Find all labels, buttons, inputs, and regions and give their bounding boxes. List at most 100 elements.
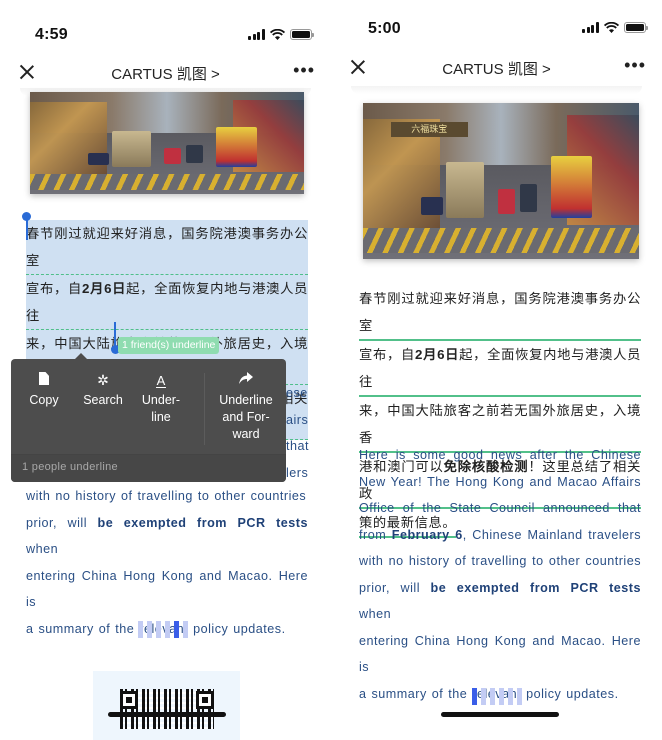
article-photo[interactable]: 六福珠宝 <box>363 103 639 259</box>
text-line: from February 6, Chinese Mainland travel… <box>359 522 641 549</box>
section-divider-loader <box>138 621 188 638</box>
copy-label: Copy <box>29 393 59 407</box>
share-forward-icon <box>207 371 285 389</box>
loader-bar <box>481 688 486 705</box>
photo-bus <box>445 162 485 219</box>
more-dots-icon[interactable]: ••• <box>293 61 315 79</box>
home-indicator[interactable] <box>108 712 226 717</box>
menu-divider <box>204 373 205 445</box>
forward-label-2: and For- <box>222 410 270 424</box>
document-icon <box>21 371 67 389</box>
search-sparkle-icon: ✲ <box>97 372 109 388</box>
cellular-signal-icon <box>582 22 599 33</box>
underlined-line[interactable]: 春节刚过就迎来好消息，国务院港澳事务办公室 <box>359 285 641 341</box>
text-segment: prior, will <box>26 515 98 530</box>
wifi-icon <box>603 22 619 33</box>
account-title-link[interactable]: CARTUS 凯图 > <box>0 63 331 84</box>
text-segment: 宣布，自 <box>26 281 82 296</box>
selected-line[interactable]: 春节刚过就迎来好消息，国务院港澳事务办公室 <box>26 220 308 275</box>
text-fragment: that <box>286 439 310 453</box>
status-icons <box>582 22 648 33</box>
loader-bar <box>517 688 522 705</box>
forward-label-1: Underline <box>219 393 273 407</box>
text-line: New Year! The Hong Kong and Macao Affair… <box>359 474 641 489</box>
selection-end-stem <box>114 322 116 346</box>
nav-bar: CARTUS 凯图 > ••• <box>0 52 331 92</box>
english-text-peek: ese airs that lers <box>286 380 326 486</box>
text-line: prior, will be exempted from PCR tests w… <box>359 575 641 628</box>
qr-finder <box>120 691 138 709</box>
underline-label-2: line <box>151 410 171 424</box>
text-line: prior, will be exempted from PCR tests w… <box>26 510 308 563</box>
menu-actions: Copy ✲ Search A Under- line Underline an… <box>11 359 286 454</box>
status-time: 4:59 <box>35 26 68 43</box>
underline-count-text: 1 people underline <box>22 461 118 473</box>
photo-crosswalk <box>363 227 639 253</box>
text-fragment: airs <box>286 412 309 427</box>
more-dots-icon[interactable]: ••• <box>624 56 646 74</box>
photo-shop-sign: 六福珠宝 <box>390 121 468 138</box>
text-segment: , Chinese Mainland travelers <box>462 527 641 542</box>
photo-bus <box>216 126 258 168</box>
photo-bus <box>550 156 593 219</box>
english-paragraph: with no history of travelling to other c… <box>26 483 308 642</box>
bold-date: 2月6日 <box>81 281 127 296</box>
text-segment: when <box>26 542 59 556</box>
account-title-link[interactable]: CARTUS 凯图 > <box>331 58 662 79</box>
screen-right: 5:00 CARTUS 凯图 > ••• 六福珠宝 春节刚过就迎来好消息，国务院… <box>331 0 662 740</box>
bold-pcr-exempt: be exempted from PCR tests <box>97 515 308 530</box>
battery-icon <box>623 22 648 33</box>
text-line: with no history of travelling to other c… <box>26 489 307 503</box>
friend-underline-badge[interactable]: 1 friend(s) underline <box>118 337 220 354</box>
header-shadow <box>351 86 642 94</box>
status-bar: 5:00 <box>331 0 662 50</box>
qr-finder <box>196 691 214 709</box>
loader-bar <box>138 621 143 638</box>
loader-bar <box>508 688 513 705</box>
text-line: entering China Hong Kong and Macao. Here… <box>26 568 308 610</box>
home-indicator[interactable] <box>441 712 559 717</box>
loader-bar <box>174 621 179 638</box>
search-button[interactable]: ✲ Search <box>79 371 127 409</box>
underline-and-forward-button[interactable]: Underline and For- ward <box>207 371 285 443</box>
english-paragraph: Here is some good news after the Chinese… <box>359 442 641 707</box>
screen-left: 4:59 CARTUS 凯图 > ••• 春节刚过就迎来好消息，国务院港澳事务办… <box>0 0 331 740</box>
nav-bar: CARTUS 凯图 > ••• <box>331 47 662 87</box>
wifi-icon <box>269 29 285 40</box>
photo-car <box>498 188 515 214</box>
loader-bar <box>183 621 188 638</box>
qr-code-icon <box>120 689 214 729</box>
photo-bus <box>112 130 151 168</box>
text-line: Here is some good news after the Chinese <box>359 448 641 462</box>
article-english: with no history of travelling to other c… <box>26 483 308 642</box>
loader-bar <box>156 621 161 638</box>
photo-car <box>87 153 110 166</box>
photo-crosswalk <box>30 173 304 190</box>
battery-icon <box>289 29 314 40</box>
selected-line[interactable]: 宣布，自2月6日起，全面恢复内地与港澳人员往 <box>26 275 308 330</box>
loader-bar <box>472 688 477 705</box>
photo-car <box>186 145 203 164</box>
bold-pcr-exempt: be exempted from PCR tests <box>430 580 641 595</box>
article-photo[interactable] <box>30 92 304 194</box>
photo-car <box>164 148 181 165</box>
photo-car <box>420 196 444 216</box>
text-fragment: ese <box>286 386 308 400</box>
underline-count-footer[interactable]: 1 people underline <box>11 454 286 482</box>
text-segment: from <box>359 527 392 542</box>
status-icons <box>248 29 314 40</box>
underlined-line[interactable]: 宣布，自2月6日起，全面恢复内地与港澳人员往 <box>359 341 641 397</box>
status-time: 5:00 <box>368 20 401 37</box>
article-english: Here is some good news after the Chinese… <box>359 442 641 707</box>
text-line: Office of the State Council announced th… <box>359 501 641 515</box>
text-segment: prior, will <box>359 580 431 595</box>
selection-start-stem <box>25 218 28 240</box>
cellular-signal-icon <box>248 29 265 40</box>
text-line: with no history of travelling to other c… <box>359 554 641 568</box>
loader-bar <box>165 621 170 638</box>
loader-bar <box>490 688 495 705</box>
copy-button[interactable]: Copy <box>21 371 67 409</box>
qr-code-card[interactable] <box>93 671 240 740</box>
underline-button[interactable]: A Under- line <box>135 371 187 426</box>
text-segment: when <box>359 607 392 621</box>
